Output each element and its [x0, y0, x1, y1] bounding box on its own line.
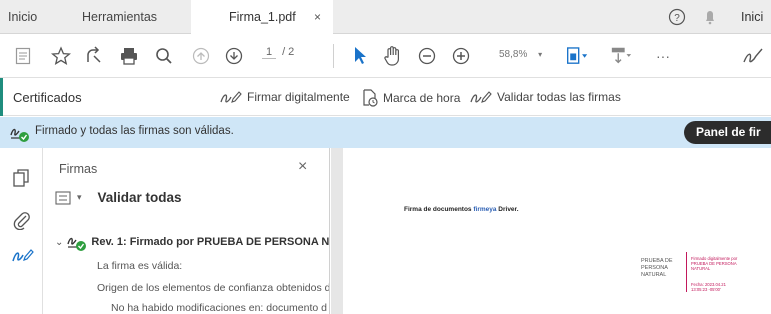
left-nav-rail	[0, 148, 43, 314]
print-icon[interactable]	[118, 45, 140, 67]
sign-digitally-label: Firmar digitalmente	[247, 90, 350, 104]
scroll-mode-icon[interactable]	[610, 45, 632, 67]
chevron-down-icon: ▾	[538, 50, 543, 59]
search-icon[interactable]	[153, 45, 175, 67]
signature-status-banner: Firmado y todas las firmas son válidas. …	[0, 117, 771, 148]
signatures-panel: Firmas × ▾ Validar todas ⌄ Rev. 1: Firma…	[43, 148, 330, 314]
zoom-level-select[interactable]: 58,8% ▾	[499, 49, 542, 60]
signature-stamp-date: Fecha: 2023.04.21 13:05:23 -05'00'	[691, 282, 726, 292]
document-text-suffix: Driver.	[496, 206, 519, 213]
chevron-down-icon: ▾	[77, 192, 82, 202]
pdf-page: Firma de documentos firmeya Driver. PRUE…	[343, 148, 771, 314]
close-icon[interactable]: ×	[298, 158, 307, 176]
document-viewport[interactable]: Firma de documentos firmeya Driver. PRUE…	[331, 148, 771, 314]
toolbar-divider	[333, 44, 334, 68]
certificates-accent	[0, 78, 3, 116]
options-menu-icon[interactable]	[55, 190, 71, 205]
signature-detail[interactable]: Origen de los elementos de confianza obt…	[97, 282, 329, 294]
chevron-expand-icon[interactable]: ⌄	[55, 237, 63, 248]
sign-digitally-button[interactable]: Firmar digitalmente	[220, 89, 350, 105]
document-text-line: Firma de documentos firmeya Driver.	[404, 206, 519, 213]
document-link[interactable]: firmeya	[473, 206, 496, 213]
signature-valid-icon	[67, 237, 87, 251]
pen-sign-icon[interactable]	[742, 45, 764, 67]
tab-home[interactable]: Inicio	[8, 0, 37, 34]
main-toolbar: 1 / 2 58,8% ▾ ···	[0, 34, 771, 78]
tab-close-icon[interactable]: ×	[314, 0, 321, 34]
validate-pen-icon	[470, 91, 492, 103]
tab-document-label: Firma_1.pdf	[229, 10, 296, 24]
timestamp-button[interactable]: Marca de hora	[362, 89, 460, 107]
tab-document[interactable]: Firma_1.pdf ×	[191, 0, 333, 35]
page-up-icon[interactable]	[190, 45, 212, 67]
timestamp-label: Marca de hora	[383, 91, 461, 105]
star-icon[interactable]	[50, 45, 72, 67]
timestamp-doc-icon	[363, 89, 378, 107]
validate-all-signatures-button[interactable]: Validar todas las firmas	[470, 89, 621, 105]
attachment-icon[interactable]	[12, 210, 32, 231]
certificates-title: Certificados	[13, 90, 82, 105]
signin-link[interactable]: Inici	[741, 0, 763, 34]
fit-page-icon[interactable]	[566, 45, 588, 67]
signature-stamp-name: PRUEBA DE PERSONA NATURAL	[641, 258, 673, 278]
signature-stamp-detail: Firmado digitalmente por PRUEBA DE PERSO…	[691, 256, 738, 271]
certificates-bar: Certificados Firmar digitalmente Marca d…	[0, 78, 771, 116]
validate-all-row[interactable]: ▾ Validar todas	[55, 190, 182, 205]
validate-all-signatures-label: Validar todas las firmas	[497, 90, 621, 104]
signature-entry-label: Rev. 1: Firmado por PRUEBA DE PERSONA NA…	[91, 236, 330, 248]
page-total: / 2	[282, 46, 295, 58]
zoom-level-value: 58,8%	[499, 49, 528, 60]
signature-entry[interactable]: ⌄ Rev. 1: Firmado por PRUEBA DE PERSONA …	[55, 232, 330, 252]
zoom-out-icon[interactable]	[416, 45, 438, 67]
page-thumbnails-icon[interactable]	[12, 168, 32, 188]
save-file-icon[interactable]	[12, 45, 34, 67]
document-text: Firma de documentos	[404, 206, 474, 213]
signatures-panel-title: Firmas	[59, 162, 98, 176]
share-icon[interactable]	[83, 45, 105, 67]
help-icon[interactable]: ?	[668, 0, 686, 34]
select-pointer-icon[interactable]	[349, 45, 371, 67]
page-down-icon[interactable]	[223, 45, 245, 67]
sign-pen-icon	[220, 91, 242, 103]
signature-status-message: Firmado y todas las firmas son válidas.	[35, 125, 234, 137]
page-current[interactable]: 1	[262, 46, 276, 59]
tab-bar: Inicio Herramientas Firma_1.pdf × ? Inic…	[0, 0, 771, 35]
tab-tools[interactable]: Herramientas	[82, 0, 157, 34]
more-options-icon[interactable]: ···	[652, 45, 674, 67]
page-number-input[interactable]: 1 / 2	[262, 46, 294, 59]
signature-detail[interactable]: No ha habido modificaciones en: document…	[111, 302, 327, 314]
hand-tool-icon[interactable]	[382, 45, 404, 67]
signature-detail[interactable]: La firma es válida:	[97, 260, 182, 272]
svg-text:?: ?	[674, 13, 680, 24]
signature-valid-icon	[10, 128, 29, 142]
zoom-in-icon[interactable]	[450, 45, 472, 67]
signature-stamp-divider	[686, 252, 687, 292]
validate-all-label[interactable]: Validar todas	[98, 190, 182, 205]
bell-icon[interactable]	[703, 0, 717, 34]
signature-panel-button[interactable]: Panel de fir	[684, 121, 771, 144]
signatures-panel-icon[interactable]	[12, 247, 34, 267]
